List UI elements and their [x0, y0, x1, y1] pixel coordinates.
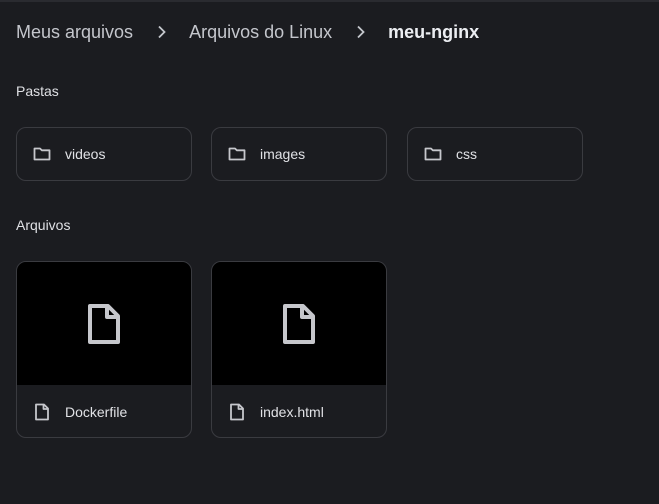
- file-icon: [88, 303, 120, 344]
- file-card-dockerfile[interactable]: Dockerfile: [16, 261, 192, 438]
- file-icon: [229, 403, 245, 421]
- top-divider: [0, 0, 659, 2]
- file-preview: [212, 262, 386, 385]
- file-card-footer: index.html: [212, 385, 386, 437]
- file-preview: [17, 262, 191, 385]
- file-name: Dockerfile: [65, 403, 128, 420]
- file-icon: [34, 403, 50, 421]
- folder-name: videos: [65, 146, 106, 162]
- breadcrumb-item-linux-files[interactable]: Arquivos do Linux: [189, 22, 332, 43]
- folders-section-label: Pastas: [16, 83, 59, 99]
- chevron-right-icon: [354, 25, 368, 39]
- folder-tile-videos[interactable]: videos: [16, 127, 192, 181]
- file-card-index-html[interactable]: index.html: [211, 261, 387, 438]
- breadcrumb-item-current-folder: meu-nginx: [388, 21, 480, 42]
- files-section-label: Arquivos: [16, 217, 71, 233]
- breadcrumb-item-my-files[interactable]: Meus arquivos: [16, 22, 133, 43]
- folder-tile-images[interactable]: images: [211, 127, 387, 181]
- file-name: index.html: [260, 403, 324, 420]
- folder-tile-css[interactable]: css: [407, 127, 583, 181]
- folder-icon: [423, 144, 443, 164]
- file-icon: [283, 303, 315, 344]
- file-manager-view: Meus arquivos Arquivos do Linux meu-ngin…: [0, 0, 659, 504]
- folder-name: css: [456, 146, 477, 162]
- breadcrumb: Meus arquivos Arquivos do Linux meu-ngin…: [16, 18, 479, 46]
- folder-name: images: [260, 146, 306, 162]
- file-card-footer: Dockerfile: [17, 385, 191, 437]
- chevron-right-icon: [155, 25, 169, 39]
- folder-icon: [227, 144, 247, 164]
- folder-icon: [32, 144, 52, 164]
